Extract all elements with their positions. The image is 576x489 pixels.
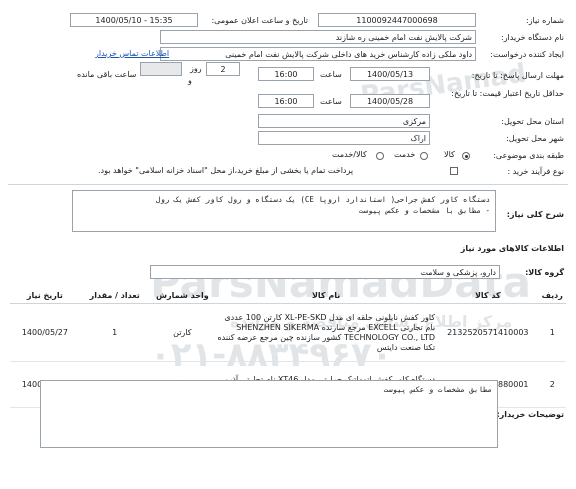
validity-time-field[interactable]: 16:00 bbox=[258, 94, 314, 108]
deadline-label: مهلت ارسال پاسخ: تا تاریخ: bbox=[471, 71, 564, 80]
remaining-hours-field bbox=[140, 62, 182, 76]
col-row: ردیف bbox=[538, 288, 566, 304]
table-row: 1 2132520571410003 کاور کفش نایلونی حلقه… bbox=[10, 303, 566, 362]
city-label: شهر محل تحویل: bbox=[506, 134, 564, 143]
cell-row: 2 bbox=[538, 361, 566, 408]
cell-name: کاور کفش نایلونی حلقه ای مدل XL-PE-SKD ک… bbox=[215, 303, 438, 362]
goods-group-label: گروه کالا: bbox=[525, 268, 564, 277]
need-number-field[interactable]: 1100092447000698 bbox=[318, 13, 476, 27]
col-date: تاریخ نیاز bbox=[10, 288, 80, 304]
cell-qty: 1 bbox=[79, 303, 150, 362]
category-goods-label: کالا bbox=[444, 150, 455, 159]
cell-unit: کارتن bbox=[149, 303, 216, 362]
category-label: طبقه بندی موضوعی: bbox=[493, 151, 564, 160]
need-description-label: شرح کلی نیاز: bbox=[506, 210, 564, 219]
province-field[interactable]: مرکزی bbox=[258, 114, 430, 128]
days-label: روز bbox=[190, 64, 202, 73]
remaining-hours-label: ساعت باقی مانده bbox=[77, 70, 137, 79]
treasury-payment-checkbox[interactable] bbox=[450, 167, 458, 175]
buyer-notes-box[interactable]: مطابق مشخصات و عکس پیوست bbox=[40, 380, 498, 448]
remaining-days-field: 2 bbox=[206, 62, 240, 76]
buyer-org-field[interactable]: شرکت پالایش نفت امام خمینی ره شازند bbox=[160, 30, 476, 44]
cell-code: 2132520571410003 bbox=[437, 303, 539, 362]
deadline-time-label: ساعت bbox=[320, 70, 342, 79]
province-label: استان محل تحویل: bbox=[501, 117, 564, 126]
announce-date-label: تاریخ و ساعت اعلان عمومی: bbox=[211, 16, 308, 25]
buyer-notes-label: توضیحات خریدار: bbox=[496, 410, 564, 419]
col-name: نام کالا bbox=[215, 288, 438, 304]
treasury-payment-note: پرداخت تمام یا بخشی از مبلغ خرید،از محل … bbox=[98, 166, 354, 175]
col-qty: تعداد / مقدار bbox=[79, 288, 150, 304]
category-service-radio[interactable] bbox=[420, 152, 428, 160]
deadline-time-field[interactable]: 16:00 bbox=[258, 67, 314, 81]
deadline-date-field[interactable]: 1400/05/13 bbox=[350, 67, 430, 81]
goods-group-field[interactable]: دارو، پزشکی و سلامت bbox=[150, 265, 500, 279]
divider bbox=[8, 184, 568, 185]
need-description-box: دستگاه کاور کفش جراحی( استاندارد اروپا C… bbox=[72, 190, 496, 232]
items-table-header: ردیف کد کالا نام کالا واحد شمارش تعداد /… bbox=[10, 288, 566, 304]
purchase-type-label: نوع فرآیند خرید : bbox=[507, 167, 564, 176]
validity-time-label: ساعت bbox=[320, 97, 342, 106]
buyer-contact-link[interactable]: اطلاعات تماس خریدار bbox=[95, 49, 169, 58]
category-goods-service-label: کالا/خدمت bbox=[332, 150, 367, 159]
buyer-org-label: نام دستگاه خریدار: bbox=[501, 33, 564, 42]
cell-date: 1400/05/27 bbox=[10, 303, 80, 362]
validity-date-field[interactable]: 1400/05/28 bbox=[350, 94, 430, 108]
buyer-notes-text: مطابق مشخصات و عکس پیوست bbox=[383, 385, 492, 394]
need-description-line-2: - مطابق با مشخصات و عکس پیوست bbox=[359, 206, 490, 215]
col-unit: واحد شمارش bbox=[149, 288, 216, 304]
need-number-label: شماره نیاز: bbox=[526, 16, 564, 25]
category-goods-service-radio[interactable] bbox=[376, 152, 384, 160]
category-service-label: خدمت bbox=[394, 150, 416, 159]
creator-field[interactable]: داود ملکی زاده کارشناس خرید های داخلی شر… bbox=[160, 47, 476, 61]
items-section-title: اطلاعات کالاهای مورد نیاز bbox=[460, 244, 564, 253]
category-goods-radio[interactable] bbox=[462, 152, 470, 160]
and-label: و bbox=[188, 76, 192, 85]
creator-label: ایجاد کننده درخواست: bbox=[490, 50, 564, 59]
validity-label: حداقل تاریخ اعتبار قیمت: تا تاریخ: bbox=[451, 89, 564, 98]
col-code: کد کالا bbox=[437, 288, 539, 304]
need-description-line-1: دستگاه کاور کفش جراحی( استاندارد اروپا C… bbox=[155, 195, 490, 204]
announce-date-field[interactable]: 1400/05/10 - 15:35 bbox=[70, 13, 198, 27]
city-field[interactable]: اراک bbox=[258, 131, 430, 145]
cell-row: 1 bbox=[538, 303, 566, 362]
